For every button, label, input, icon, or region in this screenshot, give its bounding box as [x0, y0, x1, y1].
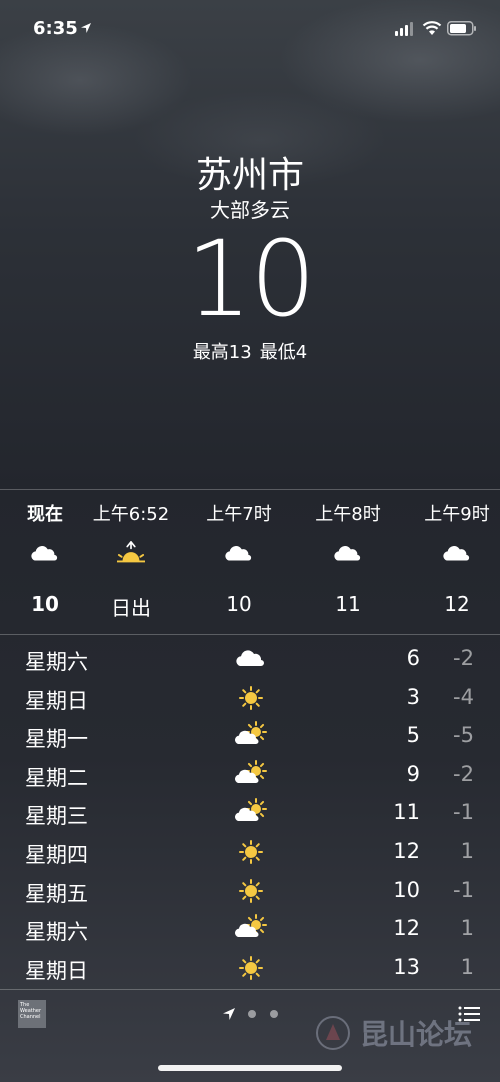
day-high-temp: 13: [393, 954, 420, 979]
high-low-temps: 最高13 最低4: [0, 338, 500, 364]
day-high-temp: 11: [393, 800, 420, 825]
hourly-time-label: 上午8时: [315, 504, 381, 525]
logo-text: Channel: [20, 1014, 41, 1020]
home-indicator[interactable]: [158, 1065, 342, 1071]
divider: [0, 634, 500, 635]
signal-icon: [395, 22, 413, 36]
day-high-temp: 10: [393, 877, 420, 902]
hourly-temp: 11: [335, 592, 361, 616]
hourly-forecast[interactable]: 现在 10 上午6:52 日出 上午7时 10 上午8时 11 上午9时 12: [0, 490, 500, 634]
day-high-temp: 6: [406, 646, 420, 670]
partly-cloudy-icon: [235, 798, 267, 822]
status-bar: 6:35: [0, 0, 500, 60]
cloud-icon: [236, 650, 264, 666]
weather-channel-logo[interactable]: The Weather Channel: [18, 1000, 46, 1028]
day-icon-wrap: [234, 953, 268, 983]
daily-row: 星期一 5 -5: [0, 717, 500, 755]
sun-icon: [239, 840, 263, 864]
daily-row: 星期六 6 -2: [0, 640, 500, 678]
day-low-temp: -5: [453, 723, 474, 748]
day-name: 星期日: [25, 958, 88, 983]
hourly-icon-wrap: [223, 540, 255, 568]
day-name: 星期一: [25, 727, 88, 752]
day-low-temp: -4: [453, 684, 474, 709]
cloud-icon: [334, 545, 361, 561]
daily-row: 星期三 11 -1: [0, 794, 500, 832]
cloud-icon: [31, 545, 58, 561]
daily-row: 星期四 12 1: [0, 833, 500, 871]
high-temp: 最高13: [192, 342, 252, 363]
sun-icon: [239, 955, 263, 980]
day-high-temp: 12: [393, 916, 420, 941]
sun-icon: [239, 685, 263, 710]
hourly-icon-wrap: [332, 540, 364, 568]
day-icon-wrap: [234, 914, 268, 944]
hourly-time-label: 上午6:52: [92, 504, 170, 525]
page-location-icon[interactable]: [222, 1007, 236, 1021]
partly-cloudy-icon: [235, 759, 267, 783]
low-temp: 最低4: [259, 342, 308, 363]
hourly-time-label: 上午9时: [424, 504, 490, 525]
hourly-temp: 10: [226, 592, 252, 616]
day-low-temp: -2: [453, 761, 474, 786]
day-icon-wrap: [234, 759, 268, 790]
hourly-icon-wrap: [29, 540, 61, 568]
day-name: 星期二: [25, 765, 88, 790]
day-name: 星期六: [25, 650, 88, 674]
location-arrow-icon: [81, 23, 91, 33]
partly-cloudy-icon: [235, 721, 267, 745]
battery-icon: [447, 21, 476, 36]
day-low-temp: -1: [453, 800, 474, 825]
hourly-temp: 日出: [111, 596, 151, 620]
day-high-temp: 3: [406, 684, 420, 709]
day-high-temp: 5: [406, 723, 420, 748]
current-temperature: 10: [185, 218, 316, 340]
city-name: 苏州市: [195, 155, 304, 196]
wifi-icon: [422, 21, 442, 35]
daily-row: 星期二 9 -2: [0, 756, 500, 794]
hourly-icon-wrap: [115, 540, 147, 568]
day-name: 星期日: [25, 688, 88, 713]
day-name: 星期五: [25, 881, 88, 906]
day-icon-wrap: [234, 683, 268, 713]
daily-row: 星期日 13 1: [0, 949, 500, 987]
cloud-icon: [443, 545, 470, 561]
day-icon-wrap: [234, 644, 268, 674]
sunrise-icon: [116, 541, 145, 563]
day-low-temp: 1: [460, 954, 474, 979]
page-dot[interactable]: [270, 1010, 278, 1018]
list-icon[interactable]: [458, 1005, 480, 1023]
watermark-logo-icon: [316, 1016, 350, 1050]
status-time: 6:35: [33, 18, 78, 39]
day-icon-wrap: [234, 798, 268, 828]
daily-row: 星期五 10 -1: [0, 872, 500, 910]
day-low-temp: 1: [460, 916, 474, 941]
watermark-text: 昆山论坛: [360, 1018, 473, 1051]
daily-row: 星期六 12 1: [0, 910, 500, 948]
day-low-temp: 1: [460, 839, 474, 863]
day-name: 星期三: [25, 804, 88, 829]
day-name: 星期四: [25, 843, 88, 867]
day-icon-wrap: [234, 721, 268, 751]
bottom-bar: The Weather Channel 昆山论坛: [0, 990, 500, 1082]
day-high-temp: 9: [406, 761, 420, 786]
hourly-icon-wrap: [441, 540, 473, 568]
cloud-icon: [225, 545, 252, 561]
day-name: 星期六: [25, 920, 88, 945]
partly-cloudy-icon: [235, 914, 267, 938]
hourly-time-label: 上午7时: [206, 504, 272, 525]
day-low-temp: -1: [453, 877, 474, 902]
day-icon-wrap: [234, 837, 268, 867]
day-low-temp: -2: [453, 646, 474, 670]
day-icon-wrap: [234, 876, 268, 906]
page-dot[interactable]: [248, 1010, 256, 1018]
sun-icon: [239, 878, 263, 903]
hourly-temp: 12: [444, 592, 470, 616]
day-high-temp: 12: [393, 839, 420, 863]
daily-row: 星期日 3 -4: [0, 679, 500, 717]
